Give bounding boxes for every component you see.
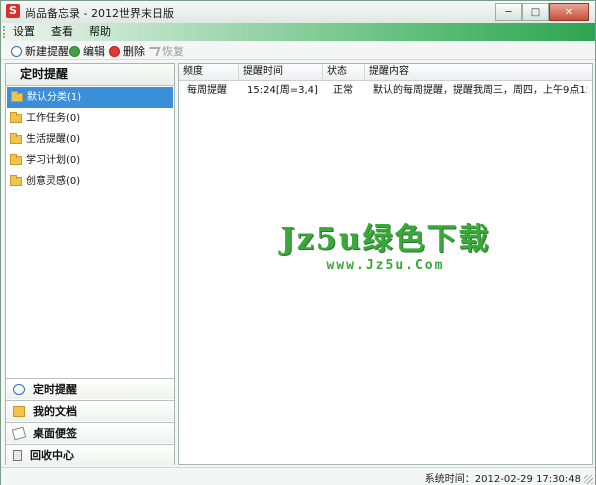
nav-label: 桌面便签 (33, 427, 77, 440)
sidebar-header: 定时提醒 (6, 64, 174, 86)
cell-content: 默认的每周提醒，提醒我周三，周四，上午9点15... (373, 85, 587, 96)
category-label: 学习计划(0) (26, 155, 81, 166)
category-item-default[interactable]: 默认分类(1) (7, 87, 173, 108)
watermark-url: www.Jz5u.Com (326, 258, 445, 273)
column-header-content[interactable]: 提醒内容 (365, 64, 592, 80)
recycle-bin-icon (13, 449, 22, 461)
watermark: Jz5u绿色下载 www.Jz5u.Com (179, 214, 592, 273)
nav-reminders[interactable]: 定时提醒 (6, 378, 174, 399)
toolbar: 新建提醒 编辑 删除 恢复 (1, 41, 595, 60)
restore-button[interactable]: 恢复 (146, 43, 184, 59)
cell-time: 15:24[周=3,4] (247, 85, 318, 96)
cell-frequency: 每周提醒 (187, 85, 227, 96)
table-row[interactable]: 每周提醒 15:24[周=3,4] 正常 默认的每周提醒，提醒我周三，周四，上午… (179, 81, 592, 101)
folder-icon (10, 133, 22, 144)
maximize-button[interactable]: □ (522, 3, 549, 21)
undo-arrow-icon (146, 46, 161, 56)
status-bar: 系统时间：2012-02-29 17:30:48 (1, 467, 595, 485)
nav-desktop-notes[interactable]: 桌面便签 (6, 422, 174, 443)
close-button[interactable]: ✕ (549, 3, 589, 21)
category-item-work[interactable]: 工作任务(0) (6, 108, 174, 129)
resize-grip-icon[interactable] (584, 475, 593, 484)
minimize-button[interactable]: ─ (495, 3, 522, 21)
menu-view[interactable]: 查看 (43, 25, 81, 39)
column-header-status[interactable]: 状态 (323, 64, 365, 80)
menu-bar: 设置 查看 帮助 (1, 23, 595, 41)
folder-icon (13, 405, 25, 417)
new-reminder-button[interactable]: 新建提醒 (11, 43, 69, 59)
app-window: S 尚品备忘录 - 2012世界末日版 ─ □ ✕ 设置 查看 帮助 新建提醒 … (0, 0, 596, 485)
nav-documents[interactable]: 我的文档 (6, 400, 174, 421)
folder-icon (11, 91, 23, 102)
delete-button[interactable]: 删除 (109, 43, 145, 59)
edit-label: 编辑 (83, 45, 105, 58)
category-label: 默认分类(1) (27, 92, 82, 103)
folder-icon (10, 175, 22, 186)
category-item-ideas[interactable]: 创意灵感(0) (6, 171, 174, 192)
reminder-list-panel: 频度 提醒时间 状态 提醒内容 每周提醒 15:24[周=3,4] 正常 默认的… (178, 63, 593, 465)
menu-settings[interactable]: 设置 (5, 25, 43, 39)
window-controls: ─ □ ✕ (495, 3, 589, 21)
menu-help[interactable]: 帮助 (81, 25, 119, 39)
watermark-logo-text: Jz5u绿色下载 (280, 222, 491, 257)
window-title: 尚品备忘录 - 2012世界末日版 (25, 7, 174, 20)
restore-label: 恢复 (162, 45, 184, 58)
nav-recycle-bin[interactable]: 回收中心 (6, 444, 174, 465)
delete-label: 删除 (123, 45, 145, 58)
category-item-study[interactable]: 学习计划(0) (6, 150, 174, 171)
app-logo-icon: S (6, 4, 20, 18)
column-header-frequency[interactable]: 频度 (179, 64, 239, 80)
folder-icon (10, 154, 22, 165)
nav-label: 我的文档 (33, 405, 77, 418)
category-label: 创意灵感(0) (26, 176, 81, 187)
system-time: 系统时间：2012-02-29 17:30:48 (424, 474, 581, 485)
category-item-life[interactable]: 生活提醒(0) (6, 129, 174, 150)
clock-icon (13, 383, 25, 395)
new-reminder-label: 新建提醒 (25, 45, 69, 58)
table-header: 频度 提醒时间 状态 提醒内容 (179, 64, 592, 81)
category-label: 生活提醒(0) (26, 134, 81, 145)
folder-icon (10, 112, 22, 123)
title-bar[interactable]: S 尚品备忘录 - 2012世界末日版 ─ □ ✕ (1, 1, 595, 24)
sidebar: 定时提醒 默认分类(1) 工作任务(0) 生活提醒(0) 学习计划(0) 创意灵… (5, 63, 175, 465)
edit-icon (69, 45, 80, 57)
cell-status: 正常 (333, 85, 353, 96)
delete-icon (109, 45, 120, 57)
column-header-time[interactable]: 提醒时间 (239, 64, 323, 80)
category-label: 工作任务(0) (26, 113, 81, 124)
edit-button[interactable]: 编辑 (69, 43, 105, 59)
nav-label: 回收中心 (30, 449, 74, 462)
clock-icon (11, 45, 22, 57)
note-icon (11, 426, 27, 440)
nav-label: 定时提醒 (33, 383, 77, 396)
